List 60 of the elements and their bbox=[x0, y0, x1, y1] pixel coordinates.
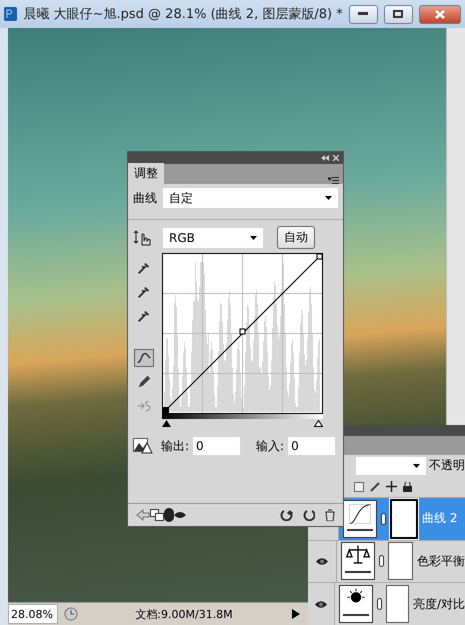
mask-thumbnail bbox=[388, 542, 413, 580]
caret-icon bbox=[325, 196, 332, 200]
output-field[interactable]: 0 bbox=[193, 437, 240, 455]
expand-view-icon[interactable] bbox=[150, 509, 164, 521]
eye-icon[interactable] bbox=[314, 600, 328, 609]
menu-icon[interactable] bbox=[328, 177, 339, 184]
eye-icon[interactable] bbox=[174, 511, 186, 519]
layer-row[interactable]: 亮度/对比 bbox=[308, 582, 465, 625]
collapse-icon[interactable] bbox=[321, 155, 329, 161]
curves-graph[interactable] bbox=[162, 253, 323, 414]
minimize-button[interactable] bbox=[348, 4, 378, 24]
zoom-field[interactable]: 28.08% bbox=[8, 604, 58, 624]
input-field[interactable]: 0 bbox=[288, 437, 336, 455]
previous-state-icon[interactable] bbox=[279, 509, 293, 521]
opacity-label: 不透明 bbox=[429, 457, 465, 474]
link-icon[interactable] bbox=[379, 555, 384, 568]
minimize-icon bbox=[358, 12, 368, 16]
trash-icon[interactable] bbox=[325, 509, 335, 521]
eye-icon[interactable] bbox=[315, 556, 330, 566]
scrollbar[interactable] bbox=[446, 28, 465, 425]
document-size: 文档:9.00M/31.8M bbox=[134, 606, 234, 622]
caret-icon bbox=[413, 464, 420, 468]
window-title: 晨曦 大眼仔~旭.psd @ 28.1% (曲线 2, 图层蒙版/8) * bbox=[23, 6, 343, 23]
curve-tool[interactable] bbox=[134, 349, 154, 367]
app-icon bbox=[4, 7, 18, 21]
link-icon[interactable] bbox=[381, 512, 386, 525]
close-icon[interactable] bbox=[333, 155, 339, 161]
auto-button[interactable]: 自动 bbox=[277, 226, 315, 249]
layer-name: 亮度/对比 bbox=[412, 596, 465, 613]
layer-row[interactable]: 色彩平衡 bbox=[308, 540, 465, 582]
input-label: 输入: bbox=[256, 438, 284, 454]
input-slider-handle[interactable] bbox=[162, 420, 171, 427]
hand-adjust-icon[interactable] bbox=[133, 228, 153, 246]
move-icon[interactable] bbox=[386, 481, 397, 492]
preset-dropdown[interactable]: 自定 bbox=[163, 188, 338, 208]
maximize-icon bbox=[393, 10, 404, 18]
input-slider-handle[interactable] bbox=[314, 420, 323, 427]
clipping-warning-icon[interactable] bbox=[133, 438, 153, 454]
mask-thumbnail bbox=[386, 585, 409, 624]
maximize-button[interactable] bbox=[384, 4, 413, 24]
caret-icon bbox=[250, 236, 257, 240]
close-button[interactable] bbox=[418, 4, 461, 24]
lock-icon[interactable] bbox=[403, 482, 412, 492]
balance-layer-thumbnail bbox=[341, 542, 376, 580]
clock-icon[interactable] bbox=[64, 607, 78, 621]
play-icon[interactable] bbox=[292, 609, 300, 619]
close-icon bbox=[434, 10, 445, 18]
mask-thumbnail bbox=[390, 498, 418, 539]
preset-label: 曲线 bbox=[133, 190, 157, 206]
link-icon[interactable] bbox=[377, 598, 382, 610]
brush-icon[interactable] bbox=[370, 482, 380, 492]
layer-name: 色彩平衡 bbox=[417, 552, 465, 570]
panel-tab[interactable]: 调整 bbox=[128, 163, 164, 184]
lock-transparency-icon[interactable] bbox=[354, 482, 364, 492]
input-gradient-slider[interactable] bbox=[162, 414, 323, 427]
reset-icon[interactable] bbox=[303, 509, 315, 521]
brightness-layer-thumbnail bbox=[339, 585, 374, 624]
channel-dropdown[interactable]: RGB bbox=[163, 228, 263, 248]
output-label: 输出: bbox=[161, 438, 190, 454]
layer-name: 曲线 2 bbox=[422, 510, 458, 528]
